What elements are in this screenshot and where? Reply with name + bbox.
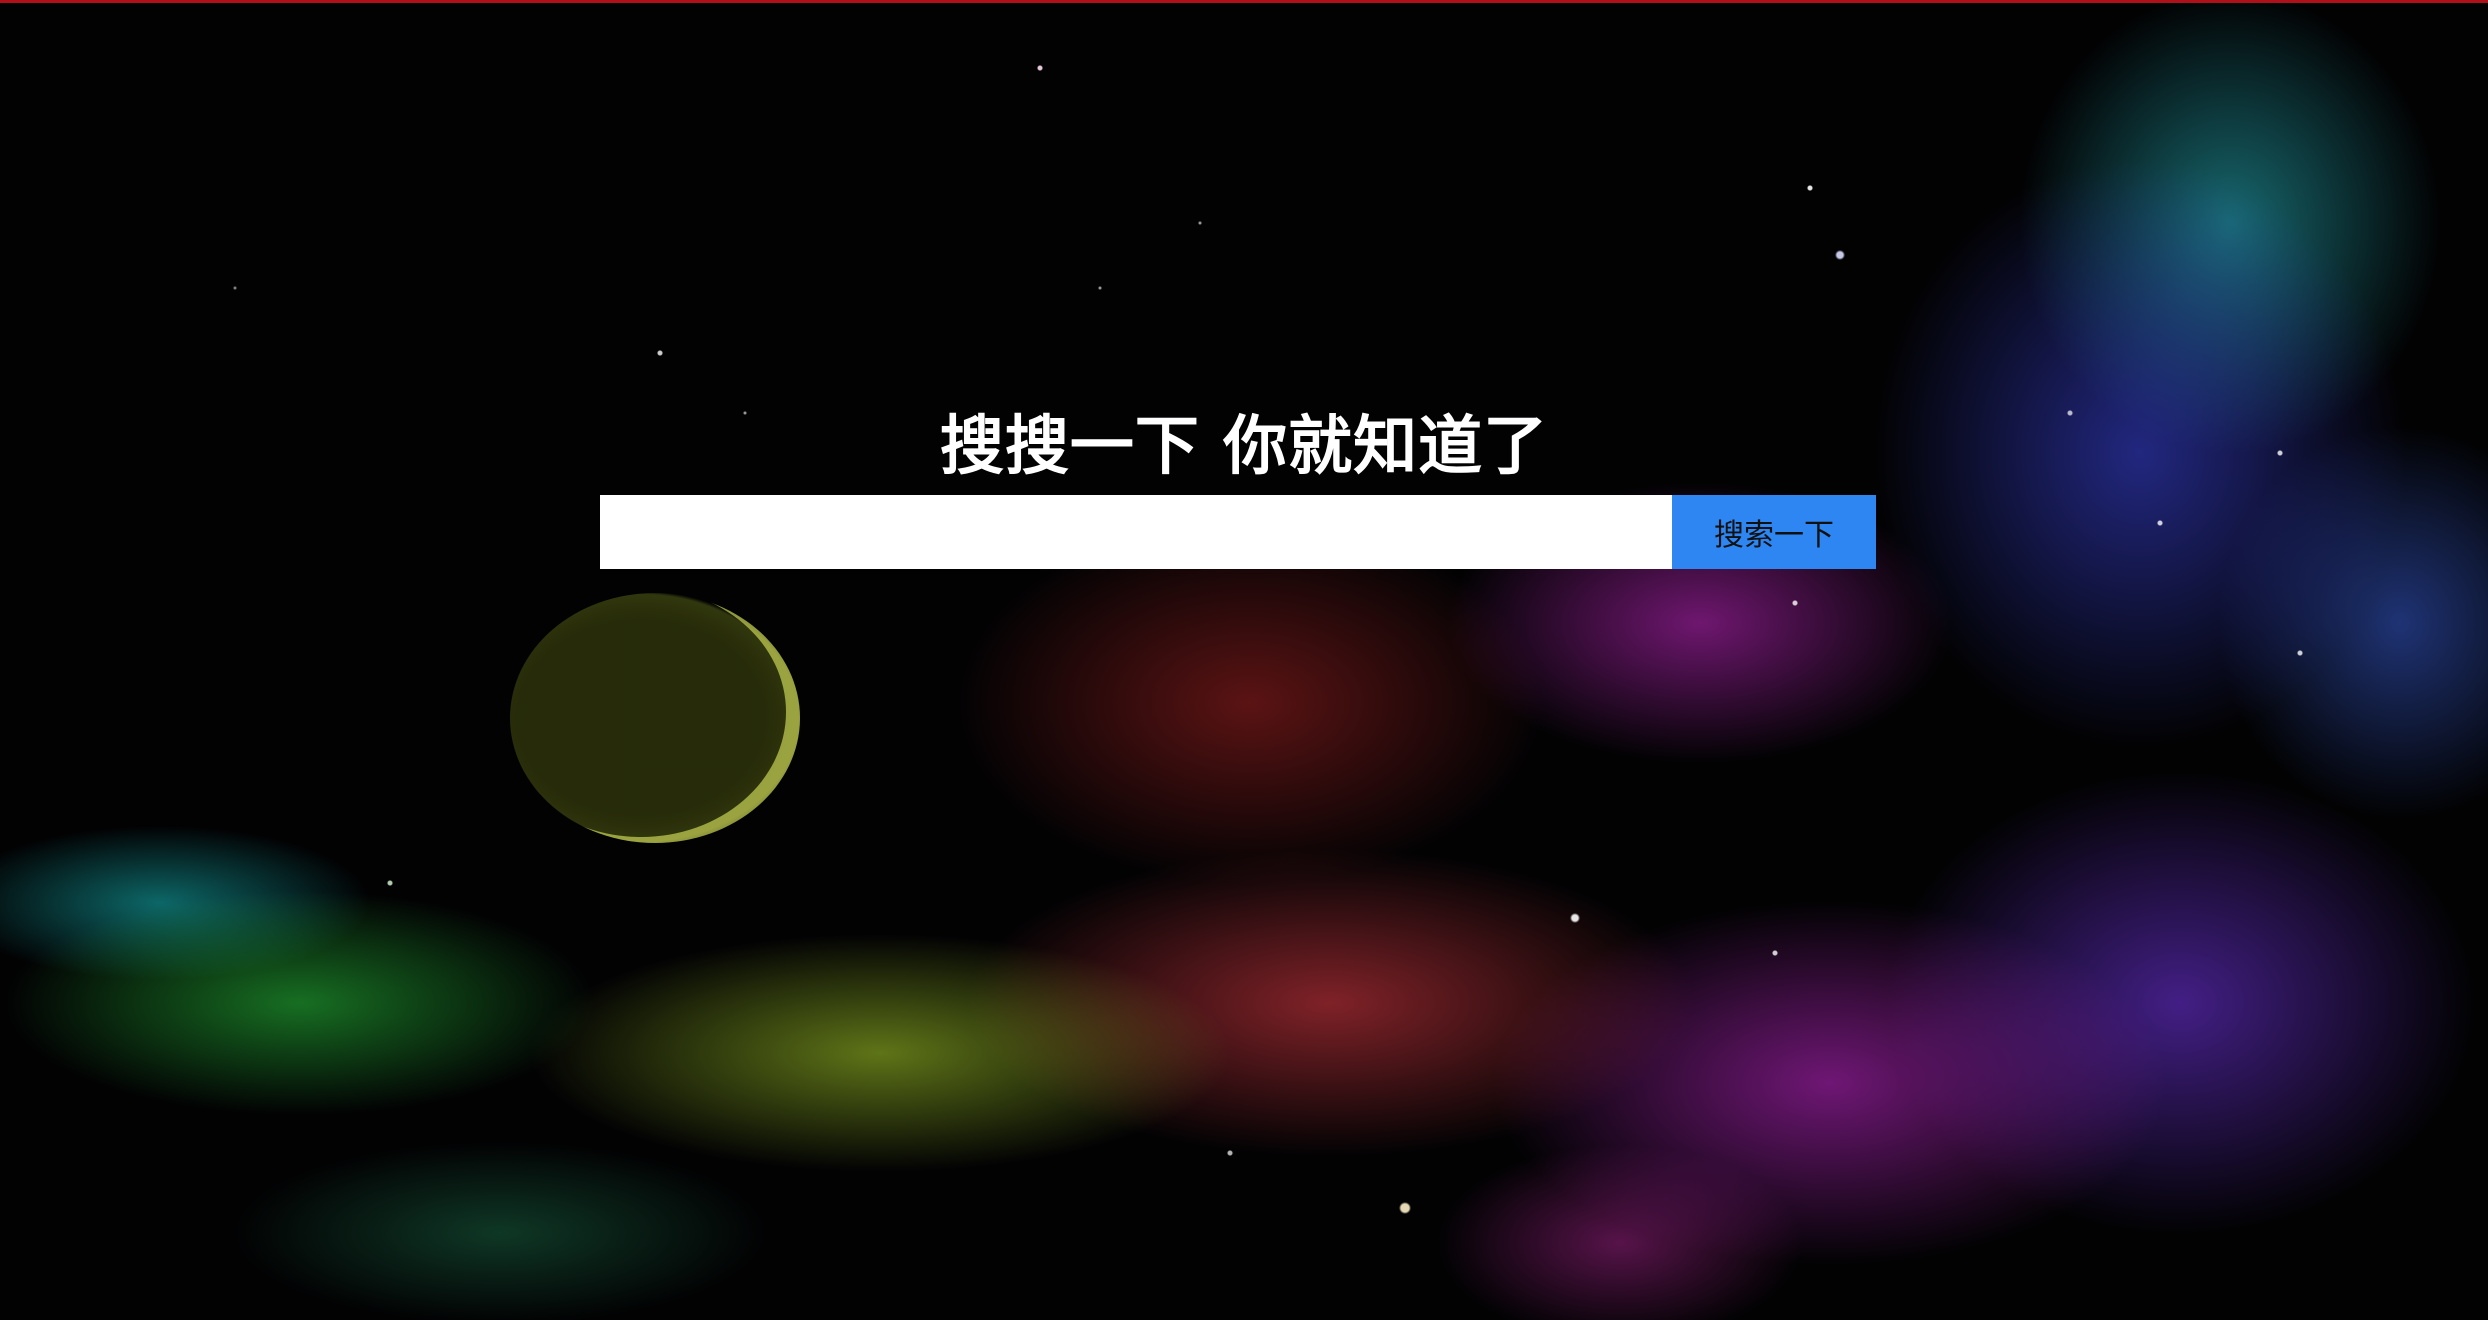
page: 搜搜一下 你就知道了 搜索一下 [0,0,2488,1320]
search-form: 搜索一下 [600,495,1876,569]
crescent-moon-image [510,593,800,843]
stars-overlay [0,3,2488,1320]
page-headline: 搜搜一下 你就知道了 [939,410,1549,484]
search-input[interactable] [600,495,1672,569]
search-button[interactable]: 搜索一下 [1672,495,1876,569]
